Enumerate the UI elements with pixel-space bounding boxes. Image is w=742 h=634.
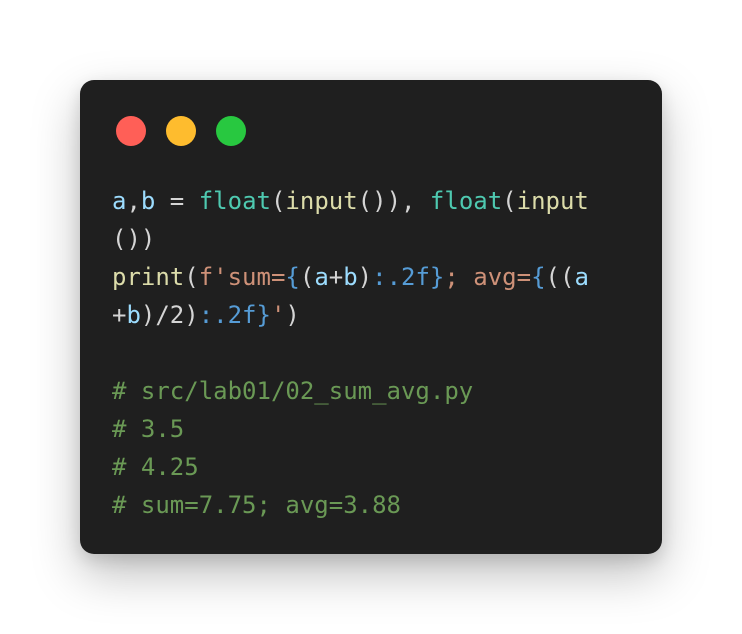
code-line: print(f'sum={(a+b):.2f}; avg={((a <box>112 258 630 296</box>
code-token: b <box>140 187 156 215</box>
code-token: + <box>112 301 127 329</box>
code-token: ; avg= <box>444 263 532 291</box>
code-token: f'sum= <box>198 263 286 291</box>
code-token: b <box>126 301 141 329</box>
code-token: ( <box>299 263 315 291</box>
code-line: # src/lab01/02_sum_avg.py <box>112 372 630 410</box>
code-token: float <box>198 187 271 215</box>
code-token: # src/lab01/02_sum_avg.py <box>112 377 474 405</box>
code-line: +b)/2):.2f}') <box>112 296 630 334</box>
code-token: { <box>531 263 546 291</box>
code-token: ( <box>184 263 199 291</box>
minimize-dot-icon[interactable] <box>166 116 196 146</box>
code-token: { <box>285 263 300 291</box>
code-token: # 3.5 <box>112 415 185 443</box>
code-token: # 4.25 <box>112 453 199 481</box>
code-block: a,b = float(input()), float(input()) prin… <box>112 182 630 524</box>
code-token: a <box>314 263 329 291</box>
code-token: ) <box>285 301 300 329</box>
code-line: # 3.5 <box>112 410 630 448</box>
code-token: )/2) <box>140 301 199 329</box>
code-token: + <box>328 263 344 291</box>
code-token: } <box>256 301 271 329</box>
code-token: (( <box>545 263 575 291</box>
code-token: :.2f <box>372 263 430 291</box>
code-token: ()) <box>112 225 156 253</box>
code-line: # sum=7.75; avg=3.88 <box>112 486 630 524</box>
code-token: ( <box>270 187 286 215</box>
code-token: float <box>429 187 503 215</box>
close-dot-icon[interactable] <box>116 116 146 146</box>
code-token: input <box>516 187 589 215</box>
code-token: # sum=7.75; avg=3.88 <box>112 491 401 519</box>
code-token: :.2f <box>198 301 257 329</box>
code-token: ()), <box>357 187 430 215</box>
code-token: , <box>126 187 141 215</box>
code-token: ) <box>357 263 373 291</box>
maximize-dot-icon[interactable] <box>216 116 246 146</box>
code-token: a <box>574 263 589 291</box>
code-token: } <box>429 263 445 291</box>
code-token: = <box>155 187 199 215</box>
code-token: input <box>285 187 358 215</box>
window-controls <box>116 116 246 146</box>
code-token: ( <box>502 187 517 215</box>
code-line: a,b = float(input()), float(input <box>112 182 630 220</box>
code-token: ' <box>270 301 286 329</box>
code-line: ()) <box>112 220 630 258</box>
code-token: b <box>343 263 358 291</box>
code-line: # 4.25 <box>112 448 630 486</box>
code-token: print <box>112 263 185 291</box>
code-token: a <box>112 187 127 215</box>
code-window: a,b = float(input()), float(input()) prin… <box>80 80 662 554</box>
